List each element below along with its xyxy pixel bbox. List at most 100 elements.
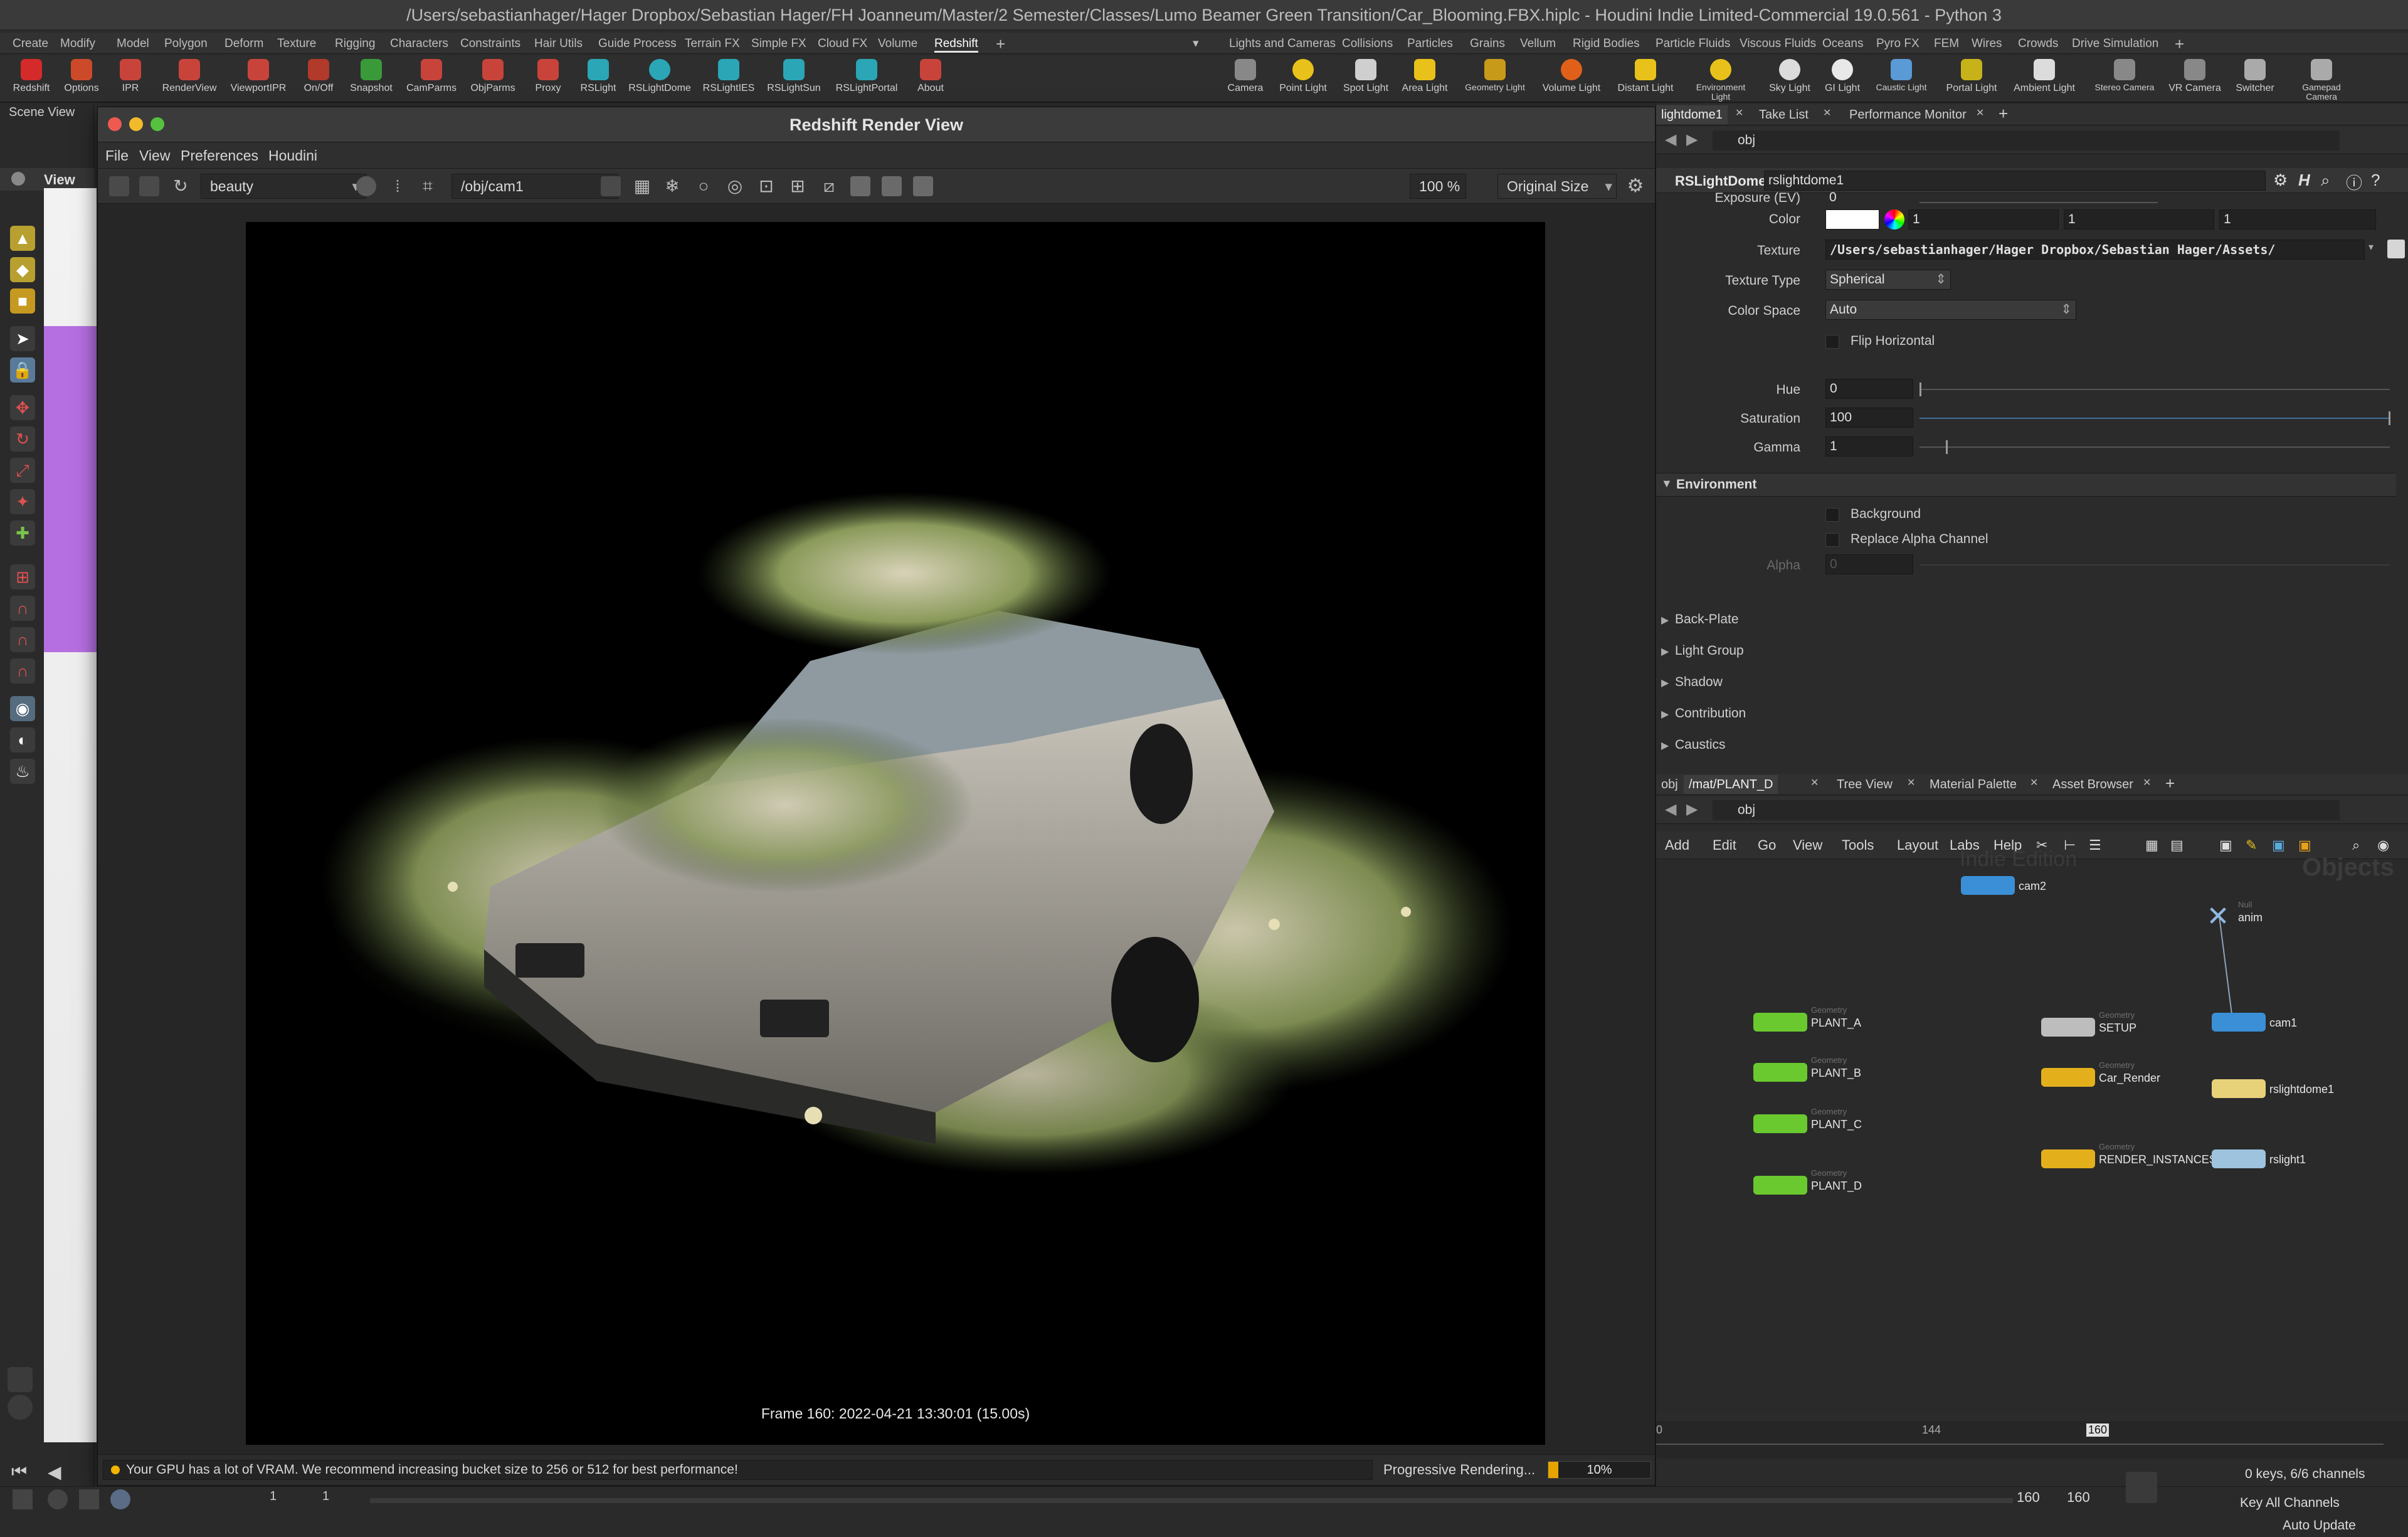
add-shelf-tab-icon[interactable]: + bbox=[996, 35, 1005, 53]
render-stop-icon[interactable] bbox=[139, 176, 159, 196]
add-shelf-tab-right-icon[interactable]: + bbox=[2175, 35, 2184, 53]
timeline-current-frame[interactable]: 160 bbox=[2086, 1423, 2110, 1437]
color-r-field[interactable]: 1 bbox=[1908, 209, 2059, 230]
close-tab-icon[interactable]: ✕ bbox=[2143, 776, 2151, 789]
brush-tool-icon[interactable]: ◆ bbox=[10, 257, 35, 282]
shelf-tool-area-light[interactable]: Area Light bbox=[1393, 56, 1456, 102]
saturation-slider[interactable] bbox=[1920, 418, 2390, 419]
shelf-tab-redshift[interactable]: Redshift bbox=[934, 35, 978, 53]
audio-icon[interactable] bbox=[48, 1489, 68, 1509]
shelf-tool-gamepad-camera[interactable]: Gamepad Camera bbox=[2290, 56, 2353, 102]
net-menu-go[interactable]: Go bbox=[1758, 832, 1776, 859]
background-checkbox[interactable] bbox=[1825, 508, 1839, 522]
grid-icon[interactable]: ▦ bbox=[2145, 832, 2158, 859]
shelf-tool-rslightportal[interactable]: RSLightPortal bbox=[835, 56, 898, 102]
color-space-select[interactable]: Auto ⇕ bbox=[1825, 300, 2076, 320]
region-icon[interactable]: ⊞ bbox=[788, 176, 808, 196]
select-icon[interactable] bbox=[13, 1489, 33, 1509]
crop-icon[interactable]: ⌗ bbox=[418, 176, 438, 196]
back-icon[interactable]: ◀ bbox=[1665, 800, 1676, 818]
shelf-tool-stereo-camera[interactable]: Stereo Camera bbox=[2093, 56, 2156, 102]
shelf-tool-vr-camera[interactable]: VR Camera bbox=[2163, 56, 2226, 102]
aov-icon[interactable] bbox=[356, 176, 376, 196]
close-tab-icon[interactable]: ✕ bbox=[1976, 107, 1984, 119]
hue-slider-knob[interactable] bbox=[1920, 383, 1921, 396]
gear-icon[interactable]: ⚙ bbox=[2273, 171, 2288, 190]
shelf-tab-deform[interactable]: Deform bbox=[224, 35, 263, 53]
range-slider[interactable] bbox=[370, 1498, 2013, 1503]
list-icon[interactable]: ☰ bbox=[2089, 832, 2101, 859]
color-swatch[interactable] bbox=[1825, 209, 1879, 230]
shelf-tool-environment-light[interactable]: Environment Light bbox=[1689, 56, 1752, 102]
shelf-tool-camera[interactable]: Camera bbox=[1214, 56, 1277, 102]
shelf-tab-terrain-fx[interactable]: Terrain FX bbox=[685, 35, 740, 53]
forward-icon[interactable]: ▶ bbox=[1686, 130, 1698, 149]
copy-icon[interactable] bbox=[913, 176, 933, 196]
tab-asset-browser[interactable]: Asset Browser bbox=[2047, 775, 2138, 794]
playback-end-field[interactable]: 160 bbox=[2017, 1489, 2040, 1506]
param-path-field[interactable]: obj bbox=[1713, 130, 2340, 151]
key-all-channels-button[interactable]: Key All Channels bbox=[2240, 1496, 2340, 1511]
shelf-tool-rslighties[interactable]: RSLightIES bbox=[697, 56, 760, 102]
auto-update-button[interactable]: Auto Update bbox=[2283, 1518, 2356, 1533]
help-h-icon[interactable]: H bbox=[2298, 171, 2310, 190]
focus-icon[interactable]: ⊡ bbox=[756, 176, 776, 196]
grid-dots-icon[interactable]: ⁞ bbox=[388, 176, 408, 196]
light-view-icon[interactable]: ♨ bbox=[10, 759, 35, 784]
camera-view-icon[interactable]: ◉ bbox=[10, 696, 35, 721]
play-reverse-icon[interactable]: ◀ bbox=[48, 1462, 61, 1482]
hue-field[interactable]: 0 bbox=[1825, 379, 1913, 399]
shelf-tool-geometry-light[interactable]: Geometry Light bbox=[1464, 56, 1526, 102]
shelf-tab-pyro-fx[interactable]: Pyro FX bbox=[1876, 35, 1920, 53]
tab-performance-monitor[interactable]: Performance Monitor bbox=[1844, 105, 1972, 124]
sphere-icon[interactable] bbox=[8, 1395, 33, 1420]
folder-contribution[interactable]: ▶ Contribution bbox=[1661, 706, 1746, 721]
shelf-tab-viscous-fluids[interactable]: Viscous Fluids bbox=[1740, 35, 1816, 53]
bucket-grid-icon[interactable]: ▦ bbox=[632, 176, 652, 196]
range-end-field[interactable]: 160 bbox=[2067, 1489, 2090, 1506]
shelf-tab-hair-utils[interactable]: Hair Utils bbox=[534, 35, 583, 53]
aov-select[interactable]: beauty▾ bbox=[201, 174, 366, 199]
gamma-slider[interactable] bbox=[1920, 446, 2390, 448]
render-region-icon[interactable] bbox=[8, 1367, 33, 1392]
shelf-tool-objparms[interactable]: ObjParms bbox=[462, 56, 524, 102]
range-start-field[interactable]: 1 bbox=[270, 1489, 277, 1504]
refresh-icon[interactable]: ↻ bbox=[171, 176, 191, 196]
shelf-tab-collisions[interactable]: Collisions bbox=[1342, 35, 1393, 53]
lock-icon[interactable]: 🔒 bbox=[10, 357, 35, 383]
flip-horizontal-checkbox[interactable] bbox=[1825, 335, 1839, 349]
saturation-field[interactable]: 100 bbox=[1825, 408, 1913, 428]
color-wheel-icon[interactable] bbox=[1884, 209, 1904, 230]
close-tab-icon[interactable]: ✕ bbox=[1907, 776, 1915, 789]
shelf-tab-guide-process[interactable]: Guide Process bbox=[598, 35, 677, 53]
shelf-tab-cloud-fx[interactable]: Cloud FX bbox=[818, 35, 867, 53]
shelf-tab-simple-fx[interactable]: Simple FX bbox=[751, 35, 806, 53]
move-tool-icon[interactable]: ✥ bbox=[10, 395, 35, 420]
loop-icon[interactable] bbox=[79, 1489, 99, 1509]
tab-material-palette[interactable]: Material Palette bbox=[1925, 775, 2022, 794]
tab-lightdome1[interactable]: lightdome1 bbox=[1656, 105, 1728, 124]
camera-select[interactable]: /obj/cam1▾ bbox=[452, 174, 618, 199]
texture-type-select[interactable]: Spherical ⇕ bbox=[1825, 270, 1951, 290]
shelf-tab-polygon[interactable]: Polygon bbox=[164, 35, 208, 53]
alpha-field[interactable]: 0 bbox=[1825, 554, 1913, 574]
snap-grid-icon[interactable]: ⊞ bbox=[10, 564, 35, 589]
close-tab-icon[interactable]: ✕ bbox=[2030, 776, 2038, 789]
chevron-down-icon[interactable]: ▾ bbox=[1193, 35, 1199, 53]
shelf-tool-about[interactable]: About bbox=[899, 56, 962, 102]
gamma-slider-knob[interactable] bbox=[1946, 440, 1948, 454]
folder-shadow[interactable]: ▶ Shadow bbox=[1661, 675, 1723, 690]
scale-tool-icon[interactable]: ⤢ bbox=[10, 458, 35, 483]
pose-tool-icon[interactable]: ✦ bbox=[10, 489, 35, 514]
back-icon[interactable]: ◀ bbox=[1665, 130, 1676, 149]
zoom-field[interactable]: 100 % bbox=[1410, 174, 1466, 199]
shelf-tool-viewportipr[interactable]: ViewportIPR bbox=[227, 56, 290, 102]
snap-curve-icon[interactable]: ∩ bbox=[10, 596, 35, 621]
folder-light-group[interactable]: ▶ Light Group bbox=[1661, 643, 1744, 658]
shelf-tab-texture[interactable]: Texture bbox=[277, 35, 316, 53]
key-icon[interactable] bbox=[2126, 1472, 2157, 1503]
exposure-slider[interactable] bbox=[1920, 202, 2158, 203]
pointer-tool-icon[interactable]: ➤ bbox=[10, 326, 35, 351]
grid2-icon[interactable]: ▤ bbox=[2170, 832, 2184, 859]
shelf-tab-modify[interactable]: Modify bbox=[60, 35, 95, 53]
